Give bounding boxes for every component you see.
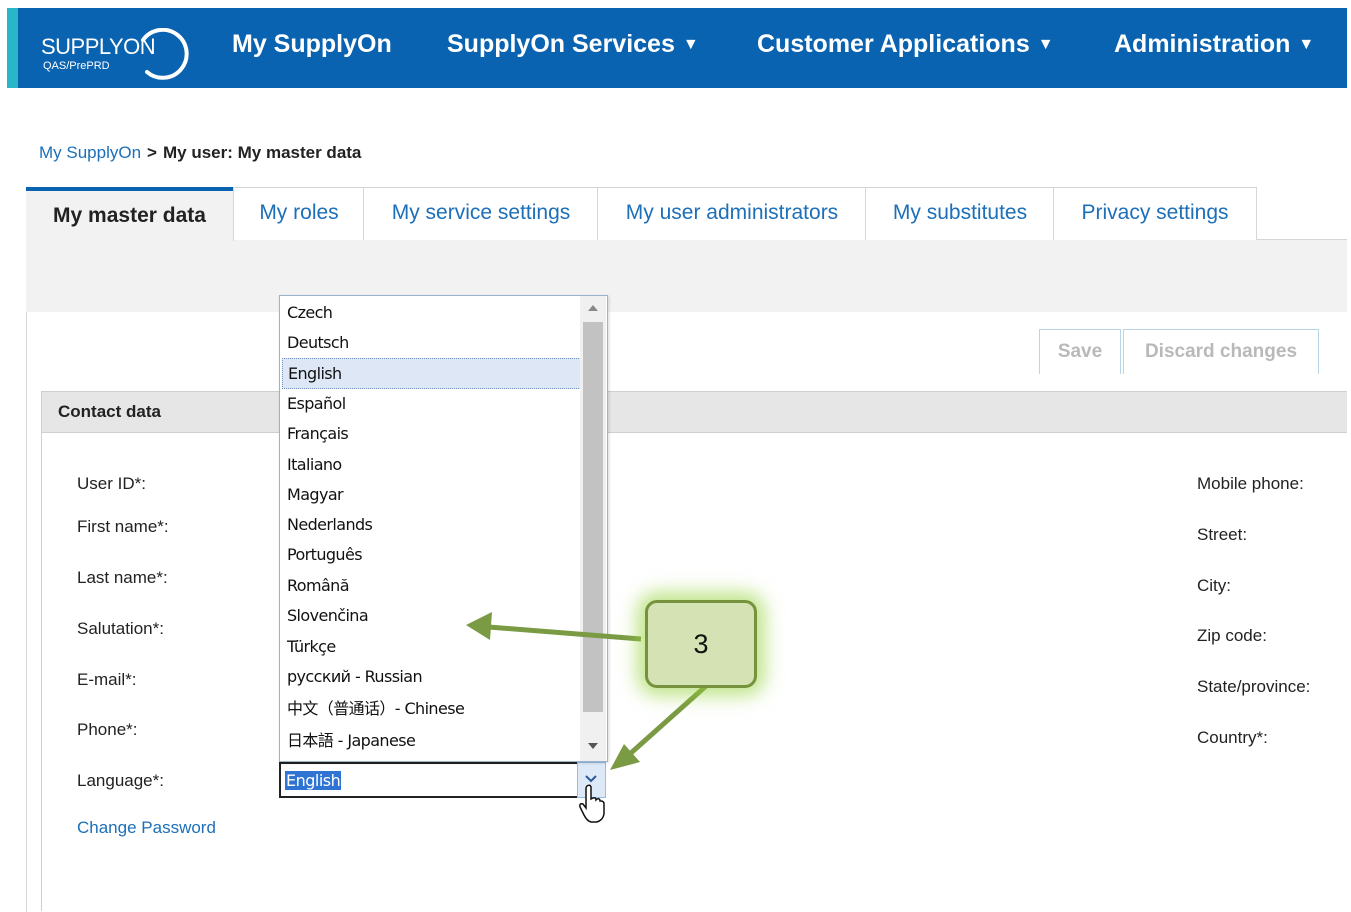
arrow-to-select xyxy=(620,684,708,763)
hand-cursor-icon xyxy=(579,784,605,823)
arrow-head-list xyxy=(466,612,492,640)
arrow-to-list xyxy=(475,623,642,642)
step-callout: 3 xyxy=(645,600,757,688)
callout-arrows xyxy=(466,612,708,770)
callout-number: 3 xyxy=(693,629,709,659)
